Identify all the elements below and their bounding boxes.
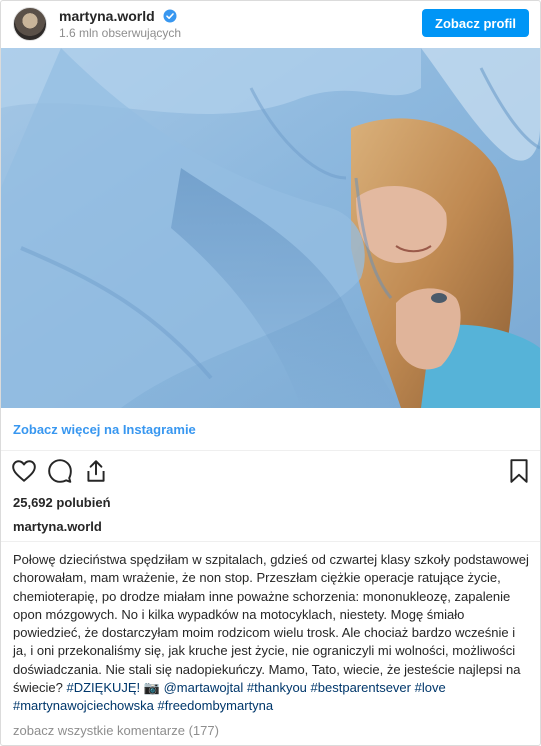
post-image (1, 48, 540, 408)
mention-link[interactable]: @martawojtal (164, 680, 244, 695)
post-caption: Połowę dzieciństwa spędziłam w szpitalac… (13, 551, 529, 716)
comment-bubble-icon[interactable] (47, 458, 73, 484)
author-username[interactable]: martyna.world (13, 519, 102, 534)
hashtag-link[interactable]: #freedombymartyna (158, 698, 274, 713)
avatar[interactable] (13, 7, 47, 41)
heart-icon[interactable] (11, 458, 37, 484)
camera-emoji: 📷 (143, 680, 160, 696)
divider (1, 541, 540, 542)
hashtag-link[interactable]: #thankyou (247, 680, 307, 695)
header-username[interactable]: martyna.world (59, 8, 155, 24)
post-photo[interactable] (1, 48, 540, 408)
caption-text: Połowę dzieciństwa spędziłam w szpitalac… (13, 552, 529, 696)
hashtag-link[interactable]: #martynawojciechowska (13, 698, 154, 713)
share-icon[interactable] (83, 458, 109, 484)
view-all-comments-link[interactable]: zobacz wszystkie komentarze (177) (13, 723, 219, 738)
hashtag-link[interactable]: #bestparentsever (311, 680, 411, 695)
instagram-embed-card: martyna.world 1.6 mln obserwujących Zoba… (0, 0, 541, 746)
view-more-instagram-link[interactable]: Zobacz więcej na Instagramie (13, 422, 196, 437)
follower-count: 1.6 mln obserwujących (59, 26, 182, 40)
view-profile-button[interactable]: Zobacz profil (422, 9, 529, 37)
verified-badge-icon (163, 9, 177, 23)
hashtag-link[interactable]: #love (415, 680, 446, 695)
like-count[interactable]: 25,692 polubień (13, 495, 111, 510)
view-more-bar: Zobacz więcej na Instagramie (1, 408, 540, 451)
hashtag-link[interactable]: #DZIĘKUJĘ! (66, 680, 140, 695)
action-bar (1, 456, 540, 486)
post-header: martyna.world 1.6 mln obserwujących Zoba… (1, 1, 540, 48)
bookmark-icon[interactable] (506, 458, 532, 484)
